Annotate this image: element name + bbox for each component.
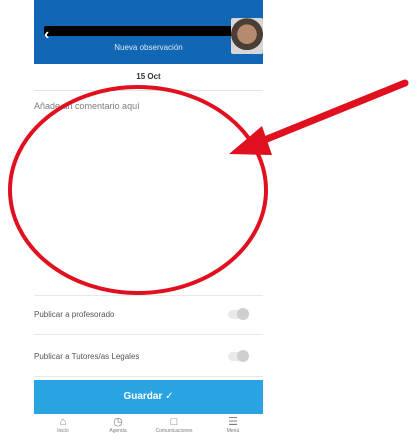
annotation-arrow-shaft xyxy=(258,79,409,145)
annotation-overlay xyxy=(8,79,409,295)
annotation-circle xyxy=(8,85,268,295)
annotation-arrow-head xyxy=(229,126,272,155)
